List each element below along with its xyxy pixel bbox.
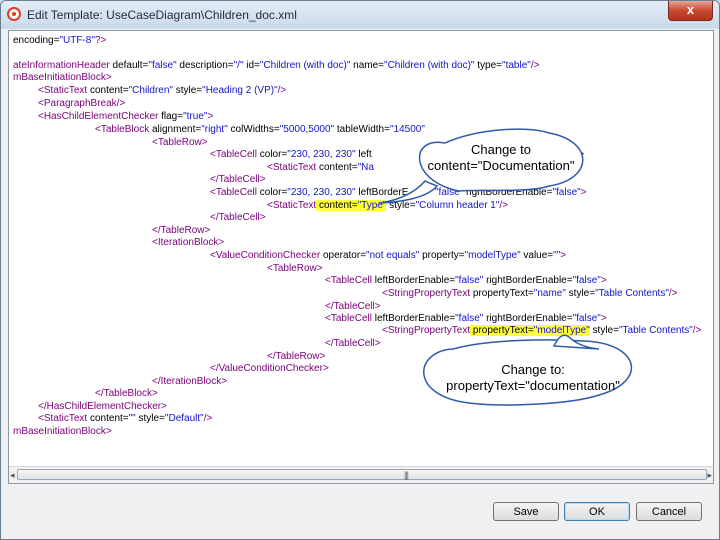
save-button[interactable]: Save — [493, 502, 559, 521]
top-callout-text: Change to content="Documentation" — [427, 142, 575, 173]
bottom-callout-text: Change to: propertyText="documentation" — [446, 362, 620, 393]
xml-editor[interactable]: encoding="UTF-8"?> ateInformationHeader … — [8, 30, 714, 484]
close-button[interactable]: x — [668, 1, 713, 21]
scrollbar-thumb[interactable]: ||| — [17, 469, 707, 480]
top-callout-pointer — [378, 180, 439, 204]
app-icon — [7, 7, 21, 21]
scrollbar-grip-icon: ||| — [404, 470, 409, 480]
cancel-button[interactable]: Cancel — [636, 502, 702, 521]
title-bar: Edit Template: UseCaseDiagram\Children_d… — [1, 1, 719, 29]
edit-template-dialog: Edit Template: UseCaseDiagram\Children_d… — [0, 0, 720, 540]
window-title: Edit Template: UseCaseDiagram\Children_d… — [27, 8, 297, 22]
scroll-right-icon[interactable]: ▸ — [707, 470, 712, 481]
annotation-callouts — [378, 128, 633, 406]
scroll-left-icon[interactable]: ◂ — [10, 470, 15, 481]
horizontal-scrollbar[interactable]: ◂ ||| ▸ — [9, 466, 713, 483]
ok-button[interactable]: OK — [564, 502, 630, 521]
